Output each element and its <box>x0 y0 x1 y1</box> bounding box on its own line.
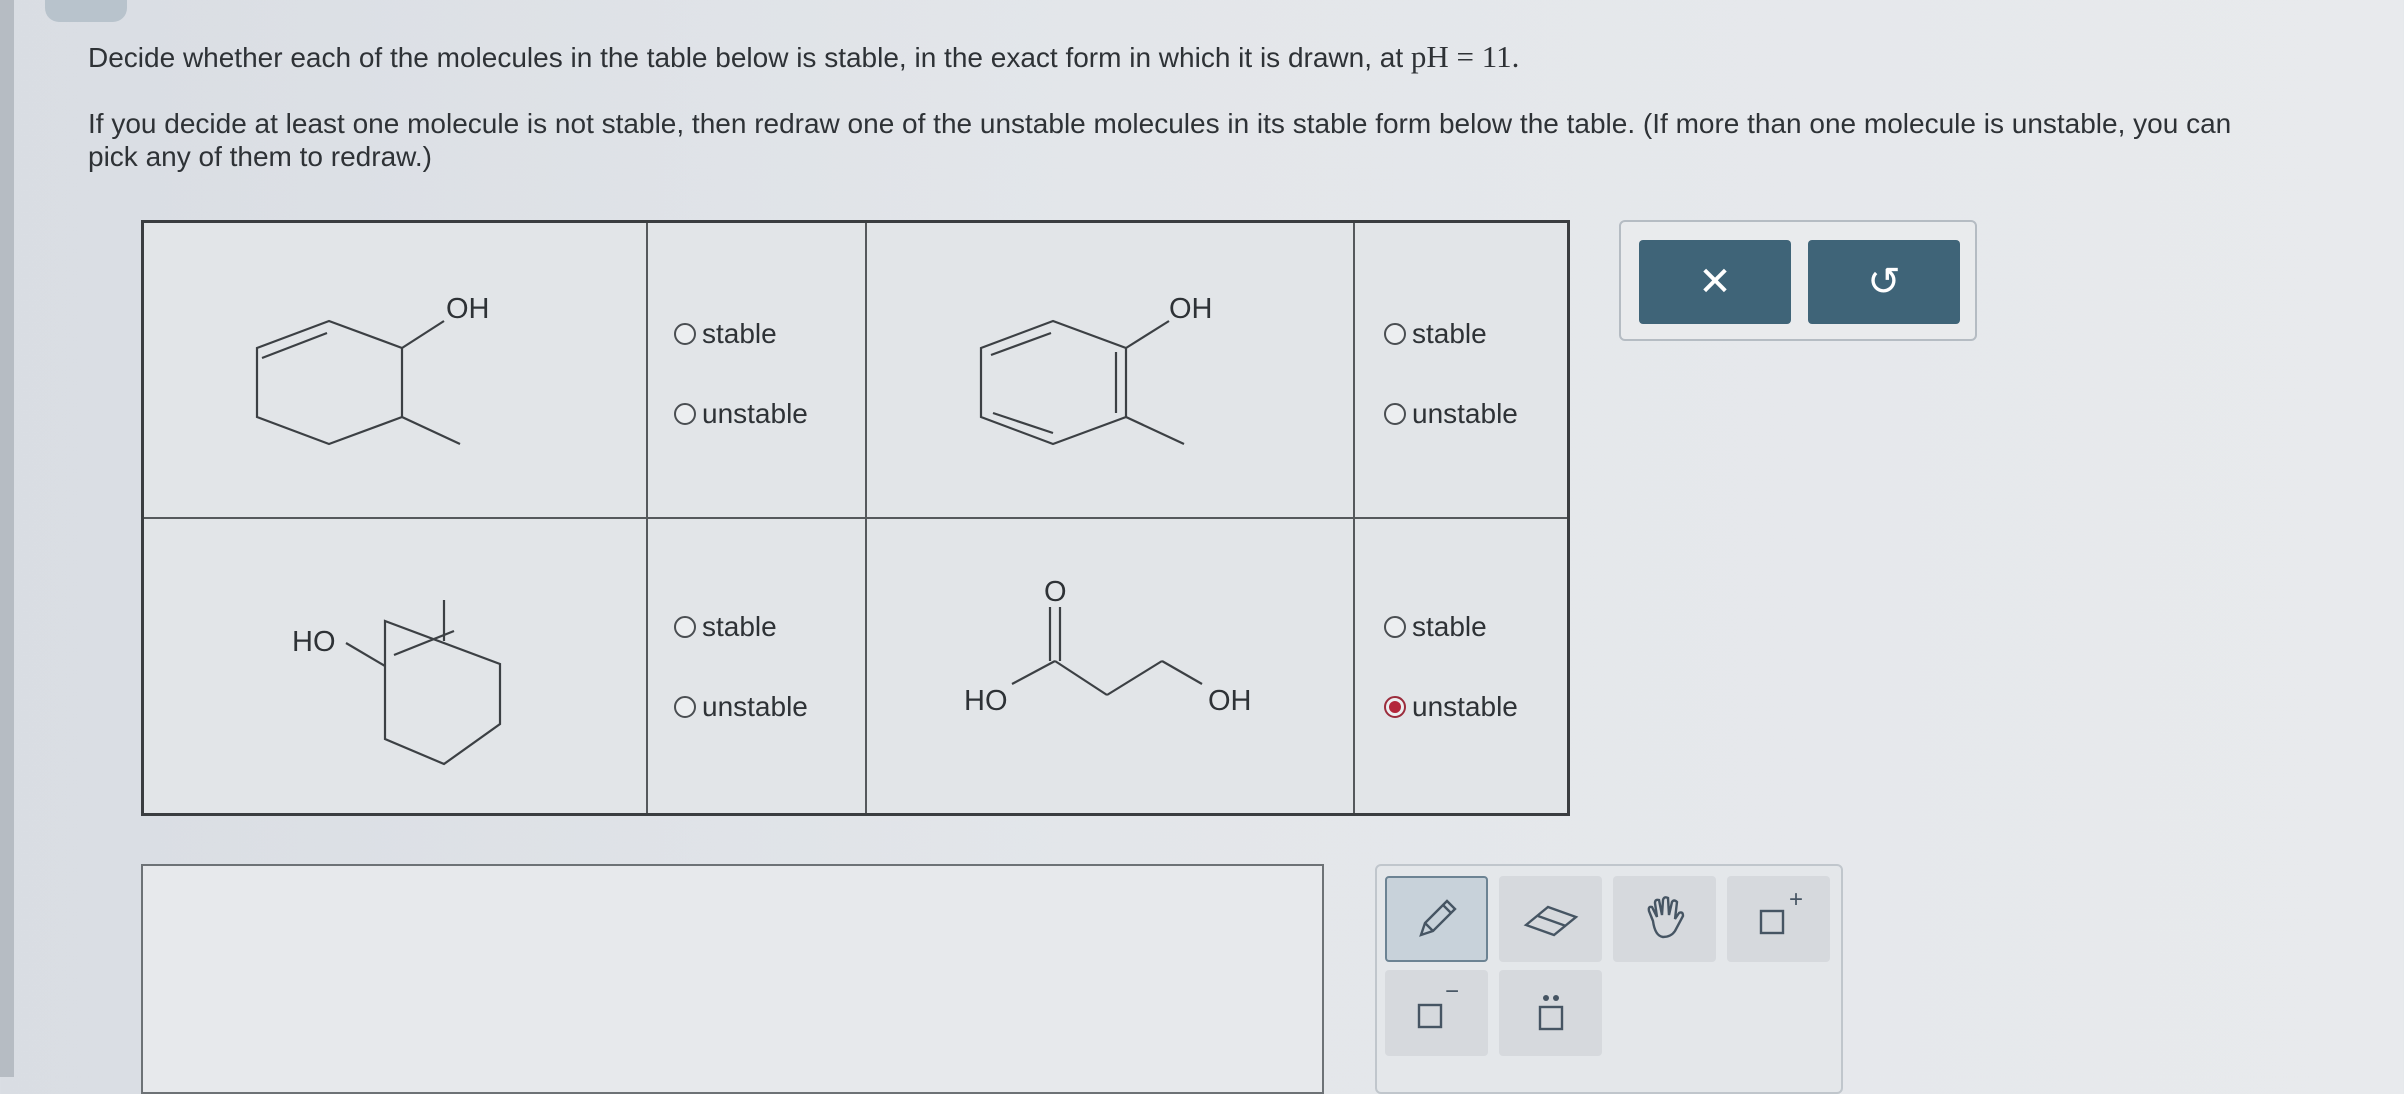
drawing-tool-palette: + − <box>1375 864 1843 1094</box>
clear-button[interactable]: ✕ <box>1639 240 1791 324</box>
option-label: unstable <box>702 691 808 722</box>
superscript-minus: − <box>1445 978 1460 1005</box>
option-label: unstable <box>1412 398 1518 429</box>
molecule-4-structure: O HO OH <box>964 576 1252 717</box>
radio-button[interactable] <box>1384 323 1406 345</box>
option-label: stable <box>1412 318 1487 349</box>
option-label: stable <box>702 611 777 642</box>
option-label: stable <box>1412 611 1487 642</box>
molecule-1-stable-option[interactable]: stable <box>674 318 777 350</box>
action-panel: ✕ ↺ <box>1619 220 1977 341</box>
option-label: unstable <box>1412 691 1518 722</box>
lone-pair-icon <box>1538 995 1563 1031</box>
radio-button[interactable] <box>674 616 696 638</box>
molecule-3-structure: HO <box>292 600 502 766</box>
molecule-2-stable-option[interactable]: stable <box>1384 318 1487 350</box>
radio-button[interactable] <box>674 696 696 718</box>
instruction-text: Decide whether each of the molecules in … <box>88 42 1404 73</box>
window-left-edge <box>0 0 14 1077</box>
undo-button[interactable]: ↺ <box>1808 240 1960 324</box>
molecule-2-structure: OH <box>979 293 1213 446</box>
close-icon: ✕ <box>1698 260 1732 304</box>
eraser-icon <box>1523 905 1578 937</box>
superscript-plus: + <box>1789 886 1804 913</box>
ph-value: pH = 11. <box>1410 39 1520 74</box>
top-tab-notch <box>45 0 127 22</box>
molecule-4-unstable-option[interactable]: unstable <box>1384 691 1518 723</box>
pencil-icon <box>1418 899 1457 937</box>
molecule-table: OH stable unstable OH stable unstable HO… <box>141 220 1570 816</box>
instruction-line-1: Decide whether each of the molecules in … <box>88 40 1519 74</box>
ho-label: HO <box>964 685 1008 717</box>
instruction-line-2: If you decide at least one molecule is n… <box>88 108 2232 172</box>
option-label: stable <box>702 318 777 349</box>
carbonyl-o-label: O <box>1044 576 1067 608</box>
radio-button[interactable] <box>1384 616 1406 638</box>
oh-label: OH <box>446 293 490 325</box>
add-positive-charge-button[interactable]: + <box>1727 876 1830 962</box>
oh-label: OH <box>1208 685 1252 717</box>
radio-button[interactable] <box>1384 403 1406 425</box>
molecule-3-unstable-option[interactable]: unstable <box>674 691 808 723</box>
lone-pair-button[interactable] <box>1499 970 1602 1056</box>
molecule-1-structure: OH <box>255 293 490 446</box>
drawing-canvas[interactable] <box>141 864 1324 1094</box>
option-label: unstable <box>702 398 808 429</box>
add-negative-charge-button[interactable]: − <box>1385 970 1488 1056</box>
oh-label: OH <box>1169 293 1213 325</box>
radio-button[interactable] <box>674 323 696 345</box>
undo-icon: ↺ <box>1867 260 1901 304</box>
molecule-1-unstable-option[interactable]: unstable <box>674 398 808 430</box>
pencil-tool-button[interactable] <box>1385 876 1488 962</box>
hand-tool-button[interactable] <box>1613 876 1716 962</box>
hand-icon <box>1647 896 1684 939</box>
eraser-tool-button[interactable] <box>1499 876 1602 962</box>
radio-button-selected[interactable] <box>1384 696 1406 718</box>
molecule-2-unstable-option[interactable]: unstable <box>1384 398 1518 430</box>
ho-label: HO <box>292 626 336 658</box>
molecule-4-stable-option[interactable]: stable <box>1384 611 1487 643</box>
radio-button[interactable] <box>674 403 696 425</box>
molecule-3-stable-option[interactable]: stable <box>674 611 777 643</box>
